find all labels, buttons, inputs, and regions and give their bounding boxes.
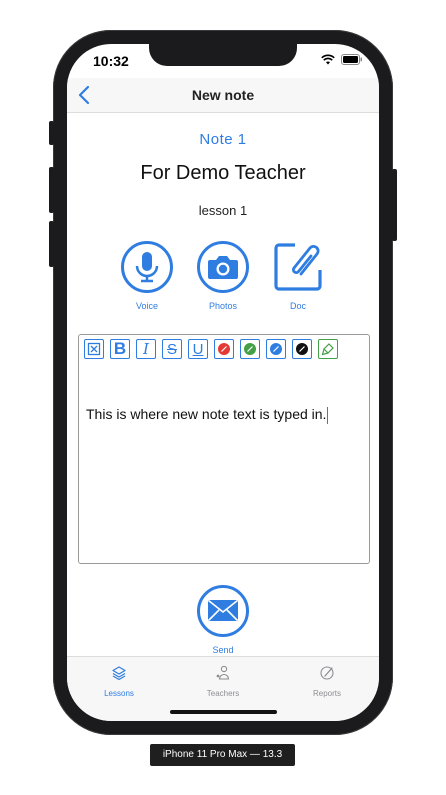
tab-lessons[interactable]: Lessons <box>79 665 159 698</box>
teacher-name: For Demo Teacher <box>140 162 306 184</box>
color-red-icon <box>218 343 230 355</box>
italic-button[interactable]: I <box>136 339 156 359</box>
tab-teachers[interactable]: Teachers <box>183 665 263 698</box>
reports-icon <box>320 666 334 680</box>
microphone-icon <box>121 241 173 293</box>
status-icons <box>321 54 363 65</box>
color-black-icon <box>296 343 308 355</box>
device-side-button <box>49 167 54 213</box>
wifi-icon <box>321 54 335 65</box>
color-red-button[interactable] <box>214 339 234 359</box>
clear-format-button[interactable] <box>84 339 104 359</box>
photos-label: Photos <box>208 301 238 311</box>
lesson-name: lesson 1 <box>198 203 248 218</box>
note-text-area[interactable]: This is where new note text is typed in. <box>86 406 329 424</box>
highlighter-button[interactable] <box>318 339 338 359</box>
send-button[interactable]: Send <box>195 584 251 655</box>
envelope-icon <box>197 585 249 637</box>
color-green-button[interactable] <box>240 339 260 359</box>
bold-icon: B <box>113 339 127 358</box>
highlighter-icon <box>321 343 334 356</box>
color-blue-icon <box>270 343 282 355</box>
bold-button[interactable]: B <box>110 339 130 359</box>
italic-icon: I <box>143 340 149 358</box>
teacher-icon <box>216 665 230 680</box>
color-blue-button[interactable] <box>266 339 286 359</box>
home-indicator <box>170 710 277 714</box>
device-side-button <box>392 169 397 241</box>
simulator-device-label: iPhone 11 Pro Max — 13.3 <box>150 744 295 766</box>
tab-reports-label: Reports <box>312 689 341 698</box>
voice-label: Voice <box>135 301 159 311</box>
device-side-button <box>49 121 54 145</box>
note-text: This is where new note text is typed in. <box>86 406 327 422</box>
paperclip-document-icon <box>274 243 322 291</box>
battery-icon <box>341 54 362 65</box>
strikethrough-icon: S <box>166 340 177 358</box>
layers-icon <box>112 666 126 681</box>
app-screen: 10:32 New note Note 1 For Demo Teacher l… <box>67 44 379 721</box>
tab-reports[interactable]: Reports <box>287 665 367 698</box>
color-black-button[interactable] <box>292 339 312 359</box>
status-time: 10:32 <box>93 53 129 69</box>
send-label: Send <box>212 645 234 655</box>
note-number-label: Note 1 <box>199 131 247 148</box>
underline-button[interactable]: U <box>188 339 208 359</box>
note-editor[interactable]: B I S U This is where new note text is t… <box>78 334 370 564</box>
doc-label: Doc <box>289 301 306 311</box>
navigation-bar: New note <box>67 78 379 113</box>
nav-title: New note <box>191 87 255 103</box>
device-side-button <box>49 221 54 267</box>
voice-button[interactable]: Voice <box>117 240 177 311</box>
color-green-icon <box>244 343 256 355</box>
underline-icon: U <box>192 340 204 358</box>
doc-button[interactable]: Doc <box>268 240 328 311</box>
tab-teachers-label: Teachers <box>206 689 240 698</box>
clear-format-icon <box>87 342 101 356</box>
strikethrough-button[interactable]: S <box>162 339 182 359</box>
camera-icon <box>197 241 249 293</box>
format-toolbar: B I S U <box>84 339 338 359</box>
device-notch <box>149 44 297 66</box>
photos-button[interactable]: Photos <box>193 240 253 311</box>
text-caret <box>327 406 329 424</box>
tab-lessons-label: Lessons <box>104 689 134 698</box>
